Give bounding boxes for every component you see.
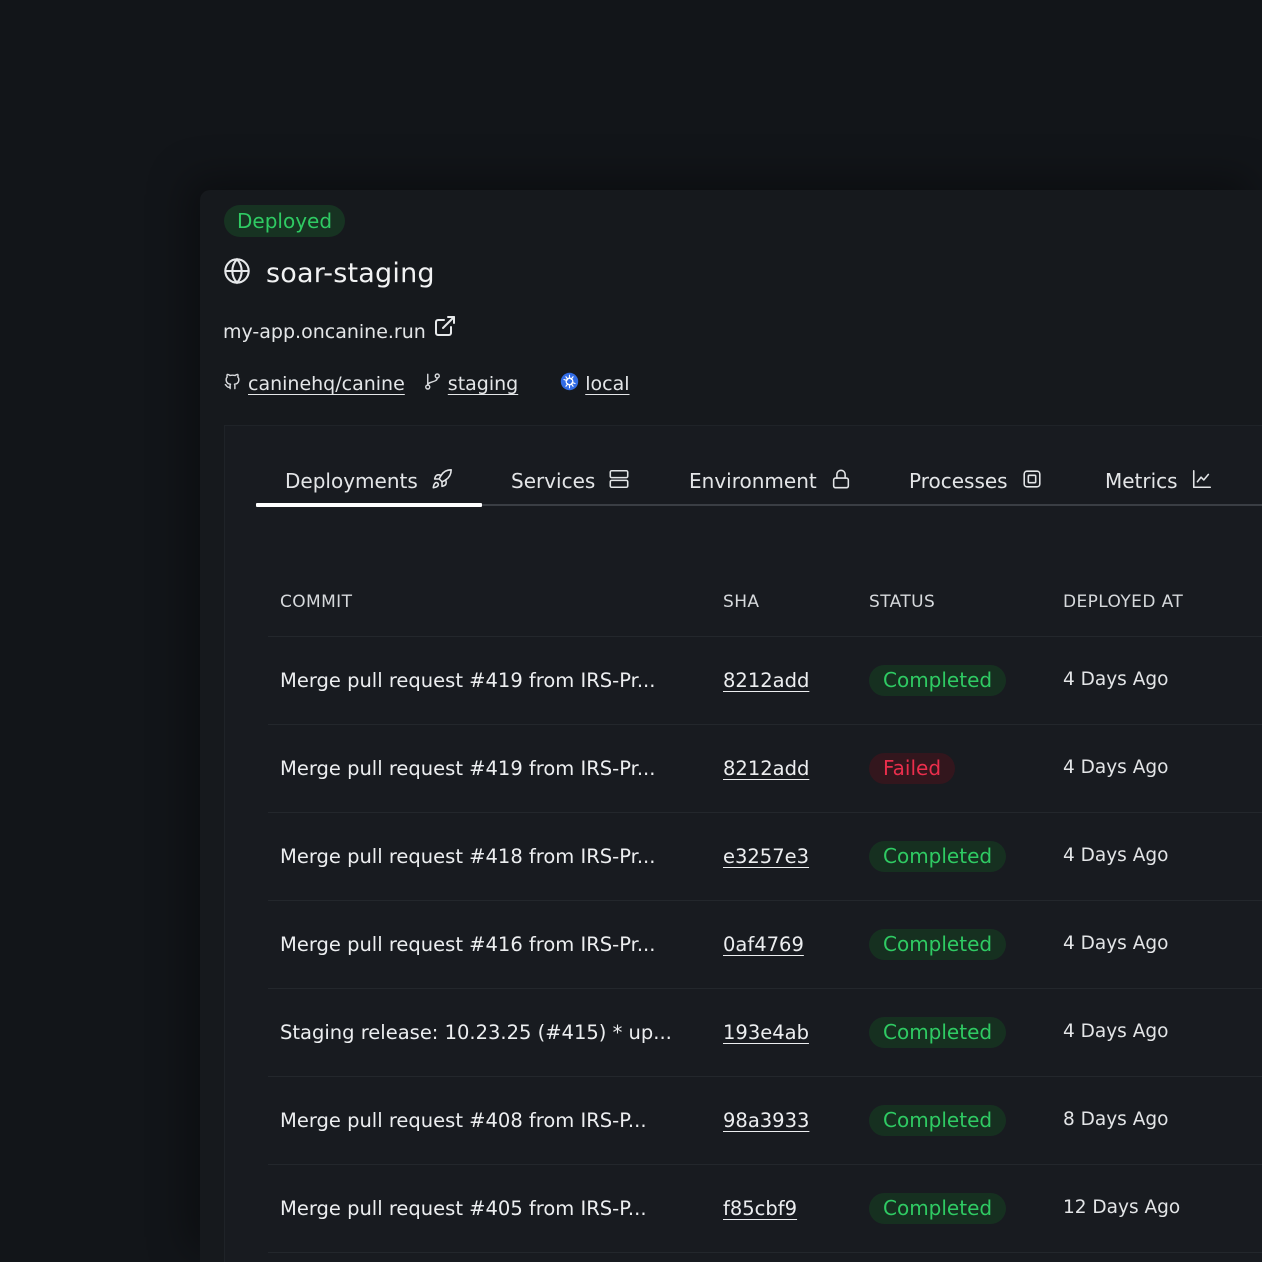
commit-message: Merge pull request #419 from IRS-Pr... [280, 669, 656, 692]
tab-metrics-label: Metrics [1105, 469, 1178, 493]
lock-icon [817, 468, 852, 495]
status-badge: Completed [869, 1017, 1007, 1048]
project-meta-row: caninehq/canine staging local [223, 368, 630, 400]
row-divider [268, 1252, 1262, 1253]
deployed-at: 12 Days Ago [1063, 1197, 1181, 1218]
globe-icon [223, 257, 251, 289]
project-url-row[interactable]: my-app.oncanine.run [223, 315, 457, 349]
sha-link[interactable]: 8212add [723, 757, 809, 780]
table-row[interactable]: Merge pull request #419 from IRS-Pr... 8… [268, 637, 1262, 725]
status-badge: Completed [869, 1105, 1007, 1136]
column-header-deployed-at: DEPLOYED AT [1063, 592, 1184, 612]
table-row[interactable]: Staging release: 10.23.25 (#415) * up...… [268, 989, 1262, 1077]
server-icon [595, 468, 630, 495]
chart-icon [1178, 468, 1213, 495]
commit-message: Merge pull request #405 from IRS-P... [280, 1197, 647, 1220]
commit-message: Merge pull request #416 from IRS-Pr... [280, 933, 656, 956]
tab-processes[interactable]: Processes [909, 462, 1043, 500]
sha-link[interactable]: 193e4ab [723, 1021, 809, 1044]
tab-services[interactable]: Services [511, 462, 630, 500]
repo-link[interactable]: caninehq/canine [248, 373, 405, 395]
deployed-at: 4 Days Ago [1063, 757, 1169, 778]
sha-link[interactable]: 98a3933 [723, 1109, 809, 1132]
git-branch-icon [423, 372, 442, 396]
status-badge: Completed [869, 665, 1007, 696]
sha-link[interactable]: e3257e3 [723, 845, 809, 868]
active-tab-indicator [256, 503, 482, 507]
commit-message: Merge pull request #419 from IRS-Pr... [280, 757, 656, 780]
repo-link-item[interactable]: caninehq/canine [223, 372, 405, 396]
github-icon [223, 372, 242, 396]
tab-metrics[interactable]: Metrics [1105, 462, 1213, 500]
column-header-commit: COMMIT [280, 592, 353, 612]
status-badge: Failed [869, 753, 956, 784]
kubernetes-icon [560, 372, 579, 396]
table-row[interactable]: Merge pull request #408 from IRS-P... 98… [268, 1077, 1262, 1165]
branch-link[interactable]: staging [448, 373, 518, 395]
commit-message: Staging release: 10.23.25 (#415) * up... [280, 1021, 672, 1044]
sha-link[interactable]: 0af4769 [723, 933, 804, 956]
project-title-row: soar-staging [223, 253, 435, 293]
table-row[interactable]: Merge pull request #405 from IRS-P... f8… [268, 1165, 1262, 1253]
cluster-link-item[interactable]: local [560, 372, 630, 396]
rocket-icon [418, 468, 453, 495]
deployed-at: 4 Days Ago [1063, 933, 1169, 954]
status-badge: Completed [869, 1193, 1007, 1224]
deployed-at: 4 Days Ago [1063, 669, 1169, 690]
status-badge: Completed [869, 929, 1007, 960]
deployed-at: 4 Days Ago [1063, 1021, 1169, 1042]
table-row[interactable]: Merge pull request #419 from IRS-Pr... 8… [268, 725, 1262, 813]
deployed-status-badge: Deployed [224, 205, 346, 237]
status-badge: Completed [869, 841, 1007, 872]
tab-processes-label: Processes [909, 469, 1008, 493]
sha-link[interactable]: 8212add [723, 669, 809, 692]
cluster-link[interactable]: local [585, 373, 629, 395]
tab-environment[interactable]: Environment [689, 462, 852, 500]
deployed-at: 4 Days Ago [1063, 845, 1169, 866]
tab-deployments-label: Deployments [285, 469, 418, 493]
column-header-status: STATUS [869, 592, 936, 612]
project-title: soar-staging [266, 257, 435, 289]
deployed-at: 8 Days Ago [1063, 1109, 1169, 1130]
external-link-icon[interactable] [426, 315, 457, 342]
project-url[interactable]: my-app.oncanine.run [223, 321, 426, 343]
commit-message: Merge pull request #418 from IRS-Pr... [280, 845, 656, 868]
table-row[interactable]: Merge pull request #418 from IRS-Pr... e… [268, 813, 1262, 901]
tab-deployments[interactable]: Deployments [285, 462, 453, 500]
sha-link[interactable]: f85cbf9 [723, 1197, 797, 1220]
tab-environment-label: Environment [689, 469, 817, 493]
branch-link-item[interactable]: staging [423, 372, 518, 396]
table-row[interactable]: Merge pull request #416 from IRS-Pr... 0… [268, 901, 1262, 989]
cpu-icon [1008, 468, 1043, 495]
tab-services-label: Services [511, 469, 596, 493]
commit-message: Merge pull request #408 from IRS-P... [280, 1109, 647, 1132]
column-header-sha: SHA [723, 592, 760, 612]
